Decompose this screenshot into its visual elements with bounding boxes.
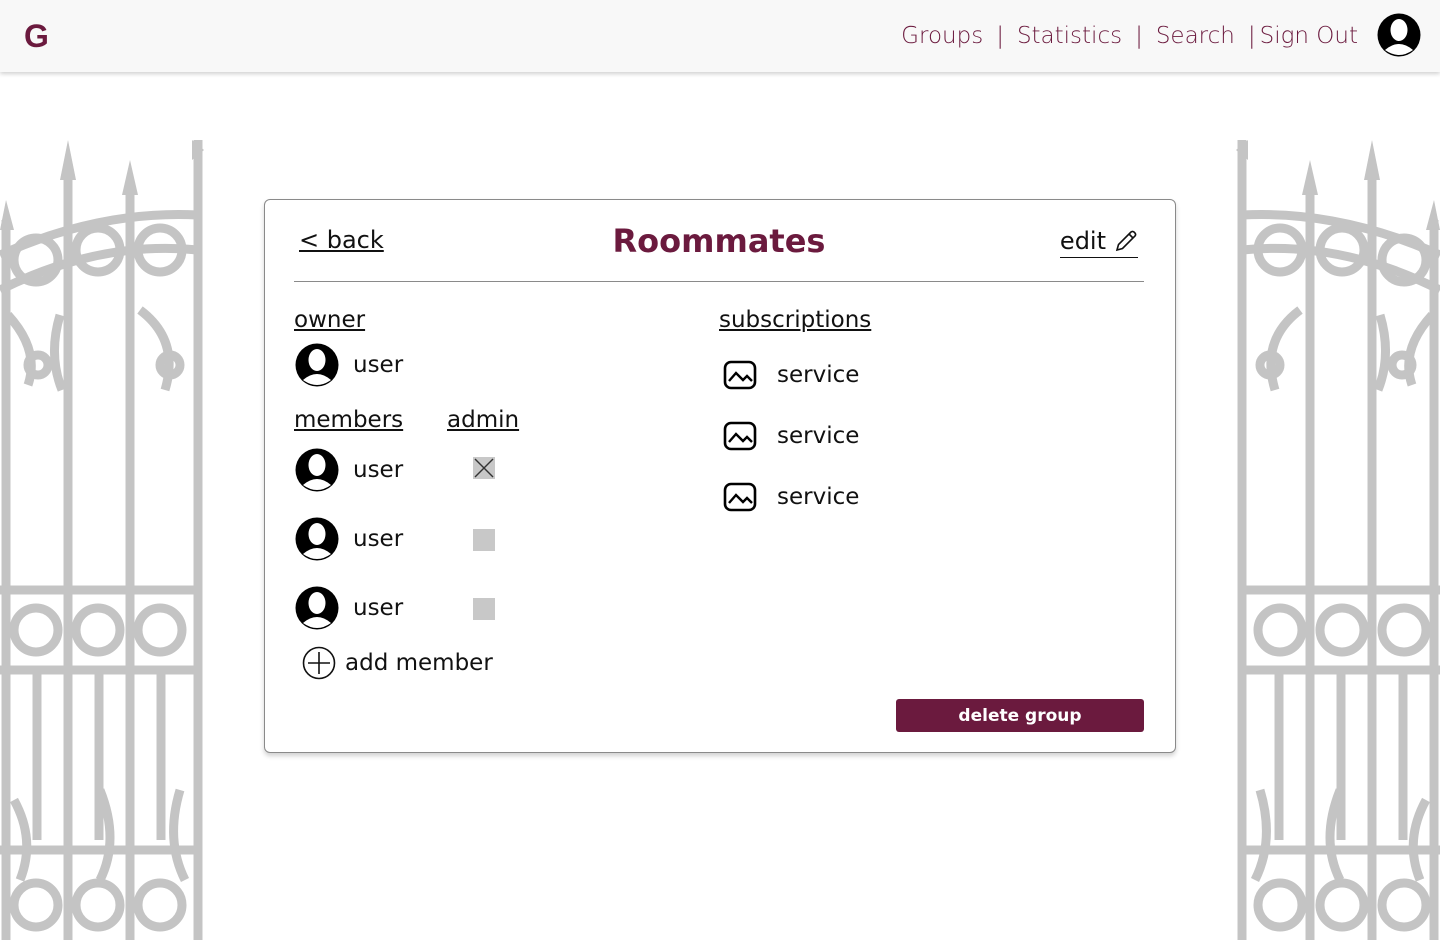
nav-separator: |: [1135, 23, 1143, 49]
delete-group-button[interactable]: delete group: [896, 699, 1144, 732]
edit-link[interactable]: edit: [1059, 226, 1138, 258]
subscription-item[interactable]: service: [723, 482, 859, 512]
add-member-label: add member: [345, 650, 493, 676]
nav-sign-out-link[interactable]: Sign Out: [1260, 23, 1358, 49]
owner-row: user: [294, 342, 403, 388]
card-header: < back Roommates edit: [294, 222, 1144, 282]
member-name: user: [353, 595, 404, 621]
subscriptions-label: subscriptions: [719, 307, 872, 333]
profile-avatar-icon[interactable]: [1376, 12, 1422, 58]
admin-checkbox[interactable]: [473, 598, 495, 620]
top-navbar: G Groups | Statistics | Search | Sign Ou…: [0, 0, 1440, 72]
nav-separator: |: [996, 23, 1004, 49]
owner-label: owner: [294, 307, 366, 333]
service-name: service: [777, 362, 860, 388]
service-name: service: [777, 423, 860, 449]
nav-separator: |: [1247, 23, 1256, 49]
gate-illustration-left: [0, 140, 204, 940]
member-name: user: [353, 457, 404, 483]
subscription-item[interactable]: service: [723, 421, 859, 451]
member-name: user: [353, 526, 404, 552]
nav-statistics-link[interactable]: Statistics: [1017, 23, 1122, 49]
members-label: members: [294, 407, 404, 433]
owner-name: user: [353, 352, 404, 378]
user-avatar-icon: [295, 448, 339, 492]
user-avatar-icon: [295, 586, 339, 630]
app-logo[interactable]: G: [24, 18, 49, 55]
add-member-button[interactable]: add member: [302, 646, 493, 680]
user-avatar-icon: [295, 517, 339, 561]
pencil-icon: [1115, 230, 1137, 252]
nav-search-link[interactable]: Search: [1156, 23, 1235, 49]
image-icon: [723, 482, 757, 512]
gate-illustration-right: [1236, 140, 1440, 940]
member-row: user: [294, 516, 403, 562]
subscription-item[interactable]: service: [723, 360, 859, 390]
member-row: user: [294, 447, 403, 493]
plus-circle-icon: [302, 646, 336, 680]
service-name: service: [777, 484, 860, 510]
admin-label: admin: [447, 407, 520, 433]
member-row: user: [294, 585, 403, 631]
image-icon: [723, 360, 757, 390]
admin-checkbox-checked[interactable]: [473, 457, 495, 479]
group-title: Roommates: [612, 222, 826, 260]
user-avatar-icon: [295, 343, 339, 387]
edit-label: edit: [1059, 227, 1106, 255]
main-nav: Groups | Statistics | Search | Sign Out: [901, 20, 1358, 52]
admin-checkbox[interactable]: [473, 529, 495, 551]
image-icon: [723, 421, 757, 451]
nav-groups-link[interactable]: Groups: [901, 23, 983, 49]
group-detail-card: < back Roommates edit owner user members…: [264, 199, 1176, 753]
